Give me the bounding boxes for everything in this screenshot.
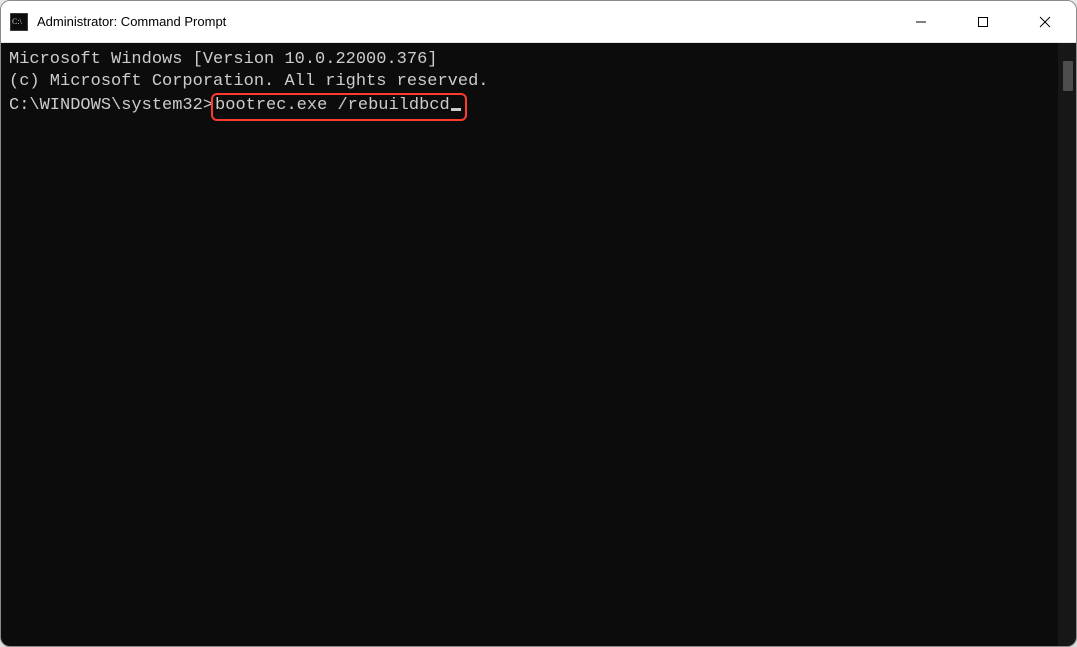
maximize-button[interactable] xyxy=(952,1,1014,42)
terminal-prompt: C:\WINDOWS\system32> xyxy=(9,96,213,115)
minimize-icon xyxy=(915,16,927,28)
scrollbar[interactable] xyxy=(1058,43,1076,646)
maximize-icon xyxy=(977,16,989,28)
prompt-row: C:\WINDOWS\system32>bootrec.exe /rebuild… xyxy=(9,96,467,115)
cursor-icon xyxy=(451,108,461,111)
command-highlight: bootrec.exe /rebuildbcd xyxy=(211,93,467,121)
minimize-button[interactable] xyxy=(890,1,952,42)
close-button[interactable] xyxy=(1014,1,1076,42)
window-controls xyxy=(890,1,1076,42)
terminal-line-copyright: (c) Microsoft Corporation. All rights re… xyxy=(9,71,1050,93)
terminal[interactable]: Microsoft Windows [Version 10.0.22000.37… xyxy=(1,43,1058,646)
scrollbar-thumb[interactable] xyxy=(1063,61,1073,91)
close-icon xyxy=(1039,16,1051,28)
terminal-wrap: Microsoft Windows [Version 10.0.22000.37… xyxy=(1,43,1076,646)
app-window: C:\ Administrator: Command Prompt Micros… xyxy=(0,0,1077,647)
window-title: Administrator: Command Prompt xyxy=(37,14,890,29)
titlebar[interactable]: C:\ Administrator: Command Prompt xyxy=(1,1,1076,43)
terminal-command: bootrec.exe /rebuildbcd xyxy=(215,96,450,115)
svg-text:C:\: C:\ xyxy=(12,17,23,26)
cmd-icon: C:\ xyxy=(9,12,29,32)
terminal-line-version: Microsoft Windows [Version 10.0.22000.37… xyxy=(9,49,1050,71)
